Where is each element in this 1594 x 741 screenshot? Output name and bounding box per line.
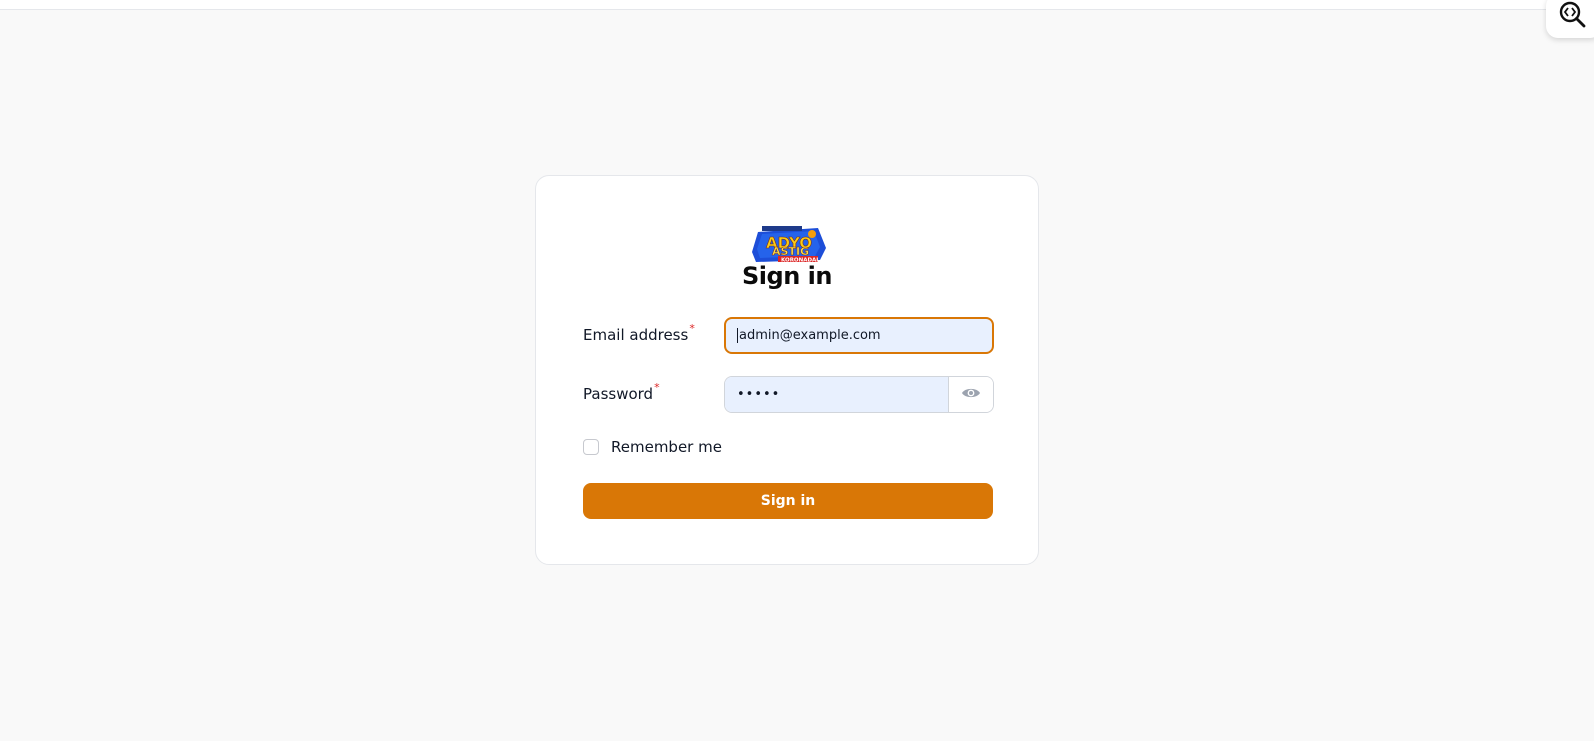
required-mark: * (654, 381, 660, 394)
password-label: Password* (583, 381, 660, 403)
email-value: admin@example.com (739, 328, 881, 343)
eye-icon (961, 385, 981, 404)
text-caret (737, 328, 738, 343)
code-search-icon (1556, 0, 1592, 33)
email-label: Email address* (583, 322, 695, 344)
devtools-widget[interactable] (1546, 0, 1594, 38)
remember-me-checkbox[interactable] (583, 439, 599, 455)
top-bar (0, 0, 1594, 10)
sign-in-button[interactable]: Sign in (583, 483, 993, 519)
email-field[interactable]: admin@example.com (724, 317, 994, 354)
email-label-text: Email address (583, 326, 689, 344)
sign-in-card: ADYO ASTIG KORONADAL Sign in Email addre… (535, 175, 1039, 565)
show-password-button[interactable] (948, 377, 993, 412)
password-field[interactable]: ••••• (725, 377, 948, 412)
required-mark: * (689, 322, 695, 335)
page-title: Sign in (742, 262, 832, 290)
brand-logo: ADYO ASTIG KORONADAL (748, 222, 828, 266)
password-label-text: Password (583, 385, 654, 403)
remember-me-label[interactable]: Remember me (611, 438, 722, 456)
password-group: ••••• (724, 376, 994, 413)
